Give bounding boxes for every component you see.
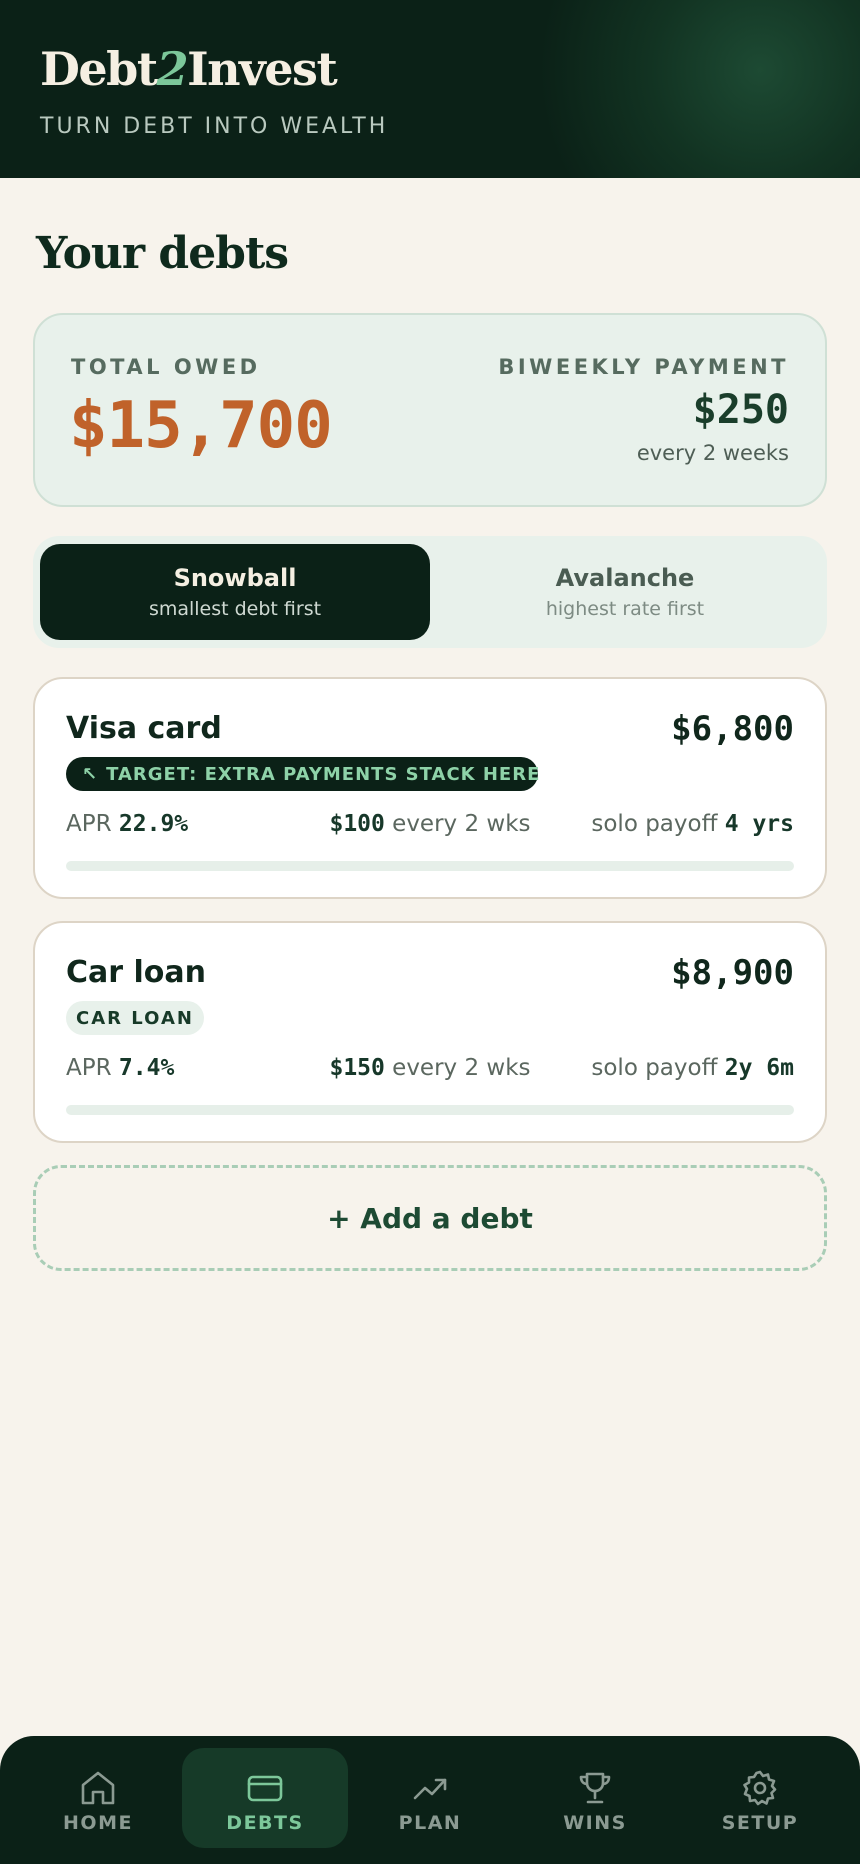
- app-tagline: TURN DEBT INTO WEALTH: [40, 114, 389, 139]
- home-icon: [81, 1771, 115, 1805]
- nav-label: SETUP: [721, 1812, 799, 1834]
- debt-progress-bar: [66, 861, 794, 871]
- biweekly-payment-label: BIWEEKLY PAYMENT: [498, 355, 789, 379]
- target-badge-label: TARGET: EXTRA PAYMENTS STACK HERE: [106, 763, 541, 785]
- add-debt-button[interactable]: + Add a debt: [33, 1165, 827, 1271]
- strategy-option-title: Snowball: [173, 564, 297, 592]
- nav-wins[interactable]: WINS: [512, 1748, 678, 1848]
- strategy-option-subtitle: highest rate first: [545, 598, 705, 620]
- debt-amount: $8,900: [671, 953, 794, 993]
- debt-amount: $6,800: [671, 709, 794, 749]
- target-badge: ↖ TARGET: EXTRA PAYMENTS STACK HERE: [66, 757, 541, 791]
- biweekly-payment-value[interactable]: $250: [693, 387, 789, 433]
- nav-home[interactable]: HOME: [15, 1748, 181, 1848]
- debt-type-badge: CAR LOAN: [66, 1001, 204, 1035]
- arrow-up-left-icon: ↖: [82, 763, 99, 785]
- trophy-icon: [579, 1772, 611, 1804]
- nav-label: DEBTS: [226, 1812, 304, 1834]
- debt-card-visa[interactable]: Visa card $6,800 ↖ TARGET: EXTRA PAYMENT…: [33, 677, 827, 899]
- bottom-nav: HOME DEBTS PLAN WINS SETUP: [0, 1736, 860, 1864]
- strategy-toggle: Snowball smallest debt first Avalanche h…: [33, 536, 827, 648]
- nav-debts[interactable]: DEBTS: [182, 1748, 348, 1848]
- credit-card-icon: [247, 1775, 283, 1802]
- app-logo[interactable]: Debt2Invest: [40, 42, 338, 96]
- nav-label: WINS: [563, 1812, 627, 1834]
- nav-plan[interactable]: PLAN: [347, 1748, 513, 1848]
- nav-label: HOME: [63, 1812, 133, 1834]
- strategy-option-title: Avalanche: [555, 564, 695, 592]
- debt-card-car-loan[interactable]: Car loan $8,900 CAR LOAN APR 7.4% $150 e…: [33, 921, 827, 1143]
- app-header: Debt2Invest TURN DEBT INTO WEALTH: [0, 0, 860, 178]
- total-owed-label: TOTAL OWED: [71, 355, 261, 379]
- debt-solo-payoff: solo payoff 4 yrs: [591, 811, 794, 837]
- total-owed-value: $15,700: [69, 389, 333, 463]
- summary-card: TOTAL OWED $15,700 BIWEEKLY PAYMENT $250…: [33, 313, 827, 507]
- debt-progress-bar: [66, 1105, 794, 1115]
- debt-name: Car loan: [66, 955, 206, 990]
- debt-name: Visa card: [66, 711, 222, 746]
- strategy-snowball-option[interactable]: Snowball smallest debt first: [40, 544, 430, 640]
- nav-label: PLAN: [398, 1812, 462, 1834]
- page-title: Your debts: [36, 228, 289, 279]
- debt-solo-payoff: solo payoff 2y 6m: [591, 1055, 794, 1081]
- gear-icon: [743, 1770, 777, 1806]
- trending-up-icon: [413, 1778, 447, 1800]
- nav-setup[interactable]: SETUP: [677, 1748, 843, 1848]
- strategy-option-subtitle: smallest debt first: [148, 598, 322, 620]
- strategy-avalanche-option[interactable]: Avalanche highest rate first: [430, 544, 820, 640]
- payment-frequency: every 2 weeks: [636, 441, 789, 465]
